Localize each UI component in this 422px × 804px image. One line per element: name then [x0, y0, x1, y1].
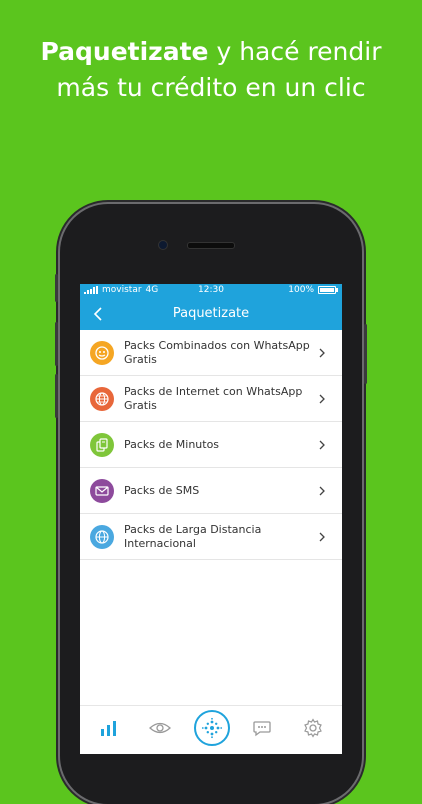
tab-view[interactable] — [148, 716, 172, 740]
tab-settings[interactable] — [301, 716, 325, 740]
pack-label: Packs de Internet con WhatsApp Gratis — [124, 384, 303, 412]
chevron-right-icon — [319, 348, 325, 357]
pack-item-sms[interactable]: Packs de SMS — [80, 468, 342, 514]
page-title: Paquetizate — [172, 306, 250, 321]
pack-label: Packs de Larga Distancia Internacional — [124, 522, 262, 550]
headline: Paquetizate y hacé rendir más tu crédito… — [0, 34, 422, 106]
phone-frame: movistar 4G 12:30 100% Paquetizate Packs… — [55, 204, 367, 804]
world-icon — [90, 524, 114, 549]
tab-chat[interactable] — [250, 716, 274, 740]
earpiece-speaker — [187, 242, 235, 249]
volume-down-button — [55, 374, 58, 418]
pack-item-larga-distancia[interactable]: Packs de Larga Distancia Internacional — [80, 514, 342, 560]
nav-bar: Paquetizate — [80, 298, 342, 330]
tab-stats[interactable] — [97, 716, 121, 740]
power-button — [364, 324, 367, 384]
pack-label: Packs de Minutos — [124, 437, 220, 451]
volume-up-button — [55, 322, 58, 366]
headline-line1: Paquetizate y hacé rendir — [0, 34, 422, 70]
envelope-icon — [90, 478, 114, 503]
settings-icon — [304, 718, 322, 738]
chevron-right-icon — [319, 440, 325, 449]
pack-item-internet[interactable]: Packs de Internet con WhatsApp Gratis — [80, 376, 342, 422]
globe-icon — [90, 386, 114, 411]
battery-icon — [318, 286, 338, 294]
pack-label: Packs Combinados con WhatsApp Gratis — [124, 338, 310, 366]
phone-minutes-icon — [90, 432, 114, 457]
headline-bold: Paquetizate — [40, 37, 209, 66]
pack-item-combinados[interactable]: Packs Combinados con WhatsApp Gratis — [80, 330, 342, 376]
mute-switch — [55, 274, 58, 302]
headline-line2: más tu crédito en un clic — [56, 73, 366, 102]
tab-bar — [80, 705, 342, 754]
packs-list: Packs Combinados con WhatsApp Gratis Pac… — [80, 330, 342, 560]
chevron-right-icon — [319, 532, 325, 541]
battery-info: 100% — [288, 285, 338, 295]
home-logo-icon — [201, 717, 223, 739]
tab-home[interactable] — [194, 710, 230, 746]
status-bar: movistar 4G 12:30 100% — [80, 284, 342, 298]
phone-screen: movistar 4G 12:30 100% Paquetizate Packs… — [80, 284, 342, 754]
stats-icon — [101, 721, 116, 736]
pack-label: Packs de SMS — [124, 483, 200, 497]
headline-rest: y hacé rendir — [208, 37, 382, 66]
chevron-right-icon — [319, 394, 325, 403]
front-camera — [158, 240, 168, 250]
eye-icon — [149, 722, 171, 734]
pack-item-minutos[interactable]: Packs de Minutos — [80, 422, 342, 468]
chevron-right-icon — [319, 486, 325, 495]
combo-icon — [90, 340, 114, 365]
chat-icon — [253, 721, 271, 737]
battery-percent: 100% — [288, 285, 314, 295]
